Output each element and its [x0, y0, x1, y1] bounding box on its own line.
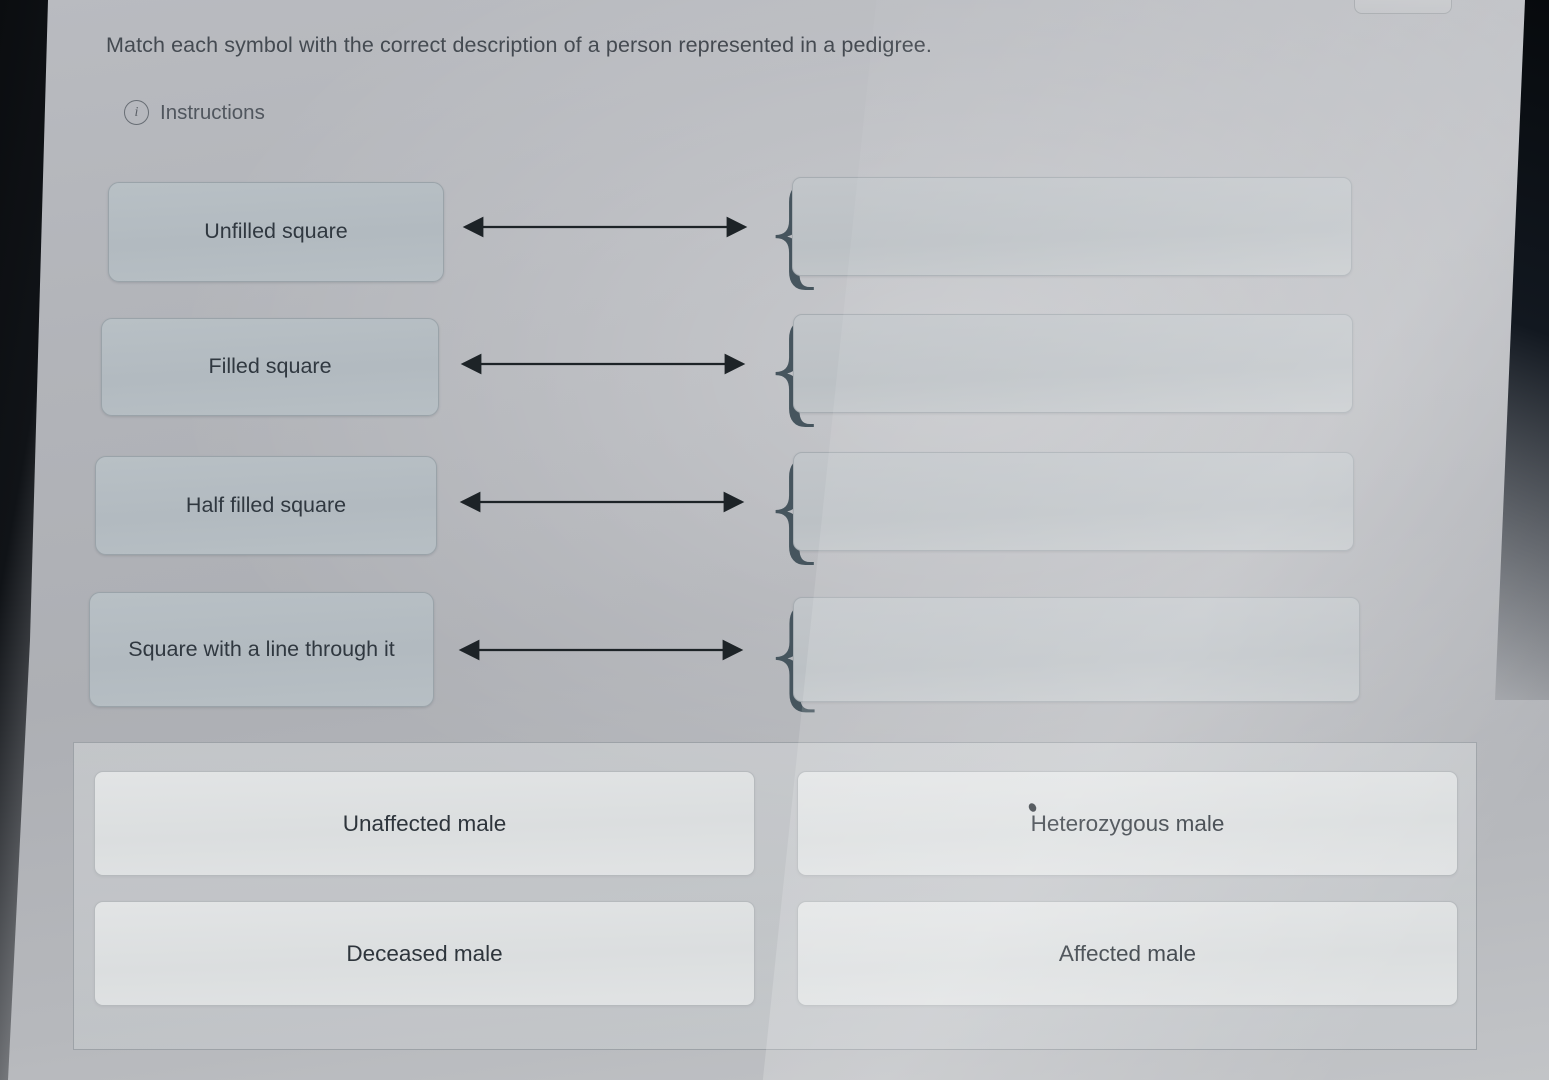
screenshot-root: Match each symbol with the correct descr…: [0, 0, 1549, 1080]
term-box-1[interactable]: Unfilled square: [108, 182, 444, 282]
instructions-label: Instructions: [160, 100, 265, 124]
answer-option[interactable]: Affected male: [797, 901, 1458, 1006]
connector-arrow-3: [452, 491, 752, 513]
term-box-3[interactable]: Half filled square: [95, 456, 437, 555]
term-box-2[interactable]: Filled square: [101, 318, 439, 416]
page-title: Match each symbol with the correct descr…: [106, 33, 932, 57]
instructions-row[interactable]: i Instructions: [124, 100, 265, 125]
answer-option[interactable]: Unaffected male: [94, 771, 755, 876]
drop-target-4[interactable]: [793, 597, 1360, 702]
answer-option[interactable]: Heterozygous male: [797, 771, 1458, 876]
connector-arrow-4: [451, 639, 751, 661]
drop-target-2[interactable]: [793, 314, 1353, 413]
answer-option[interactable]: Deceased male: [94, 901, 755, 1006]
top-right-button[interactable]: [1354, 0, 1452, 14]
drop-target-3[interactable]: [793, 452, 1354, 551]
answer-bank: Unaffected male Heterozygous male Deceas…: [73, 742, 1477, 1050]
answer-bank-grid: Unaffected male Heterozygous male Deceas…: [94, 771, 1458, 1006]
info-icon: i: [124, 100, 149, 125]
connector-arrow-1: [455, 216, 755, 238]
drop-target-1[interactable]: [792, 177, 1352, 276]
connector-arrow-2: [453, 353, 753, 375]
term-box-4[interactable]: Square with a line through it: [89, 592, 434, 707]
